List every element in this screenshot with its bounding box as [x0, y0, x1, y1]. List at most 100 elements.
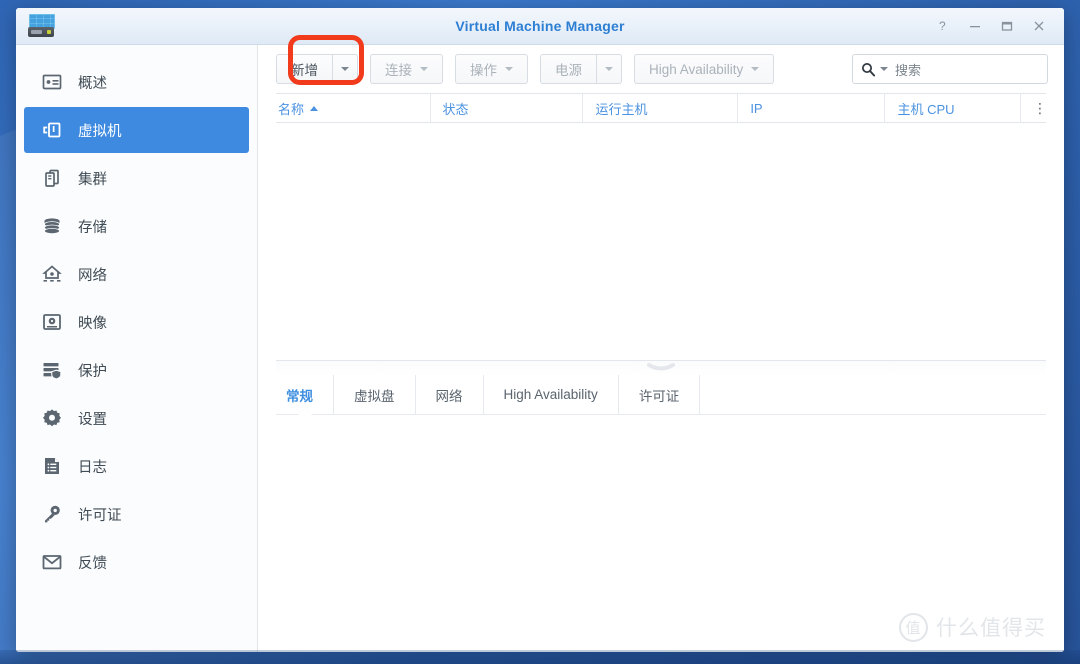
main-content: 新增 连接 操作 电源 High Availability 搜索 名称 状态 运… — [258, 45, 1064, 652]
column-header-label: 主机 CPU — [897, 101, 955, 117]
overview-card-icon — [40, 70, 64, 94]
sort-ascending-icon — [310, 105, 319, 111]
create-button-group: 新增 — [276, 54, 358, 84]
watermark: 值 什么值得买 — [899, 612, 1046, 642]
tab-label: 虚拟盘 — [354, 388, 395, 404]
sidebar-item-label: 概述 — [78, 75, 107, 92]
search-placeholder: 搜索 — [895, 62, 922, 78]
panel-splitter[interactable] — [276, 360, 1046, 375]
column-header-host-cpu[interactable]: 主机 CPU — [885, 94, 1022, 122]
column-header-label: 状态 — [442, 101, 469, 117]
sidebar-item-virtual-machine[interactable]: 虚拟机 — [24, 107, 249, 153]
server-rack-icon — [26, 13, 56, 39]
cluster-icon — [40, 166, 64, 190]
window-title: Virtual Machine Manager — [455, 18, 625, 34]
chevron-down-icon — [751, 67, 760, 71]
power-button-group: 电源 — [540, 54, 622, 84]
column-header-ip[interactable]: IP — [738, 94, 886, 122]
detail-tabs: 常规 虚拟盘 网络 High Availability 许可证 — [276, 375, 1046, 415]
image-disc-icon — [40, 310, 64, 334]
toolbar: 新增 连接 操作 电源 High Availability 搜索 — [258, 45, 1064, 93]
chevron-down-icon — [505, 67, 513, 71]
collapse-chevron-down-icon[interactable] — [638, 362, 684, 374]
sidebar-item-protection[interactable]: 保护 — [24, 347, 249, 393]
connect-button[interactable]: 连接 — [370, 54, 443, 84]
key-license-icon — [40, 502, 64, 526]
action-button[interactable]: 操作 — [455, 54, 528, 84]
log-document-icon — [40, 454, 64, 478]
power-button-label: 电源 — [555, 63, 582, 78]
high-availability-button[interactable]: High Availability — [634, 54, 775, 84]
create-button[interactable]: 新增 — [276, 54, 332, 84]
chevron-down-icon — [420, 67, 428, 71]
svg-text:?: ? — [939, 19, 946, 33]
chevron-down-icon — [605, 67, 613, 71]
column-header-label: 运行主机 — [595, 101, 648, 117]
sidebar-item-label: 日志 — [78, 459, 107, 476]
sidebar-item-label: 许可证 — [78, 507, 122, 524]
sidebar-item-feedback[interactable]: 反馈 — [24, 539, 249, 585]
watermark-logo: 值 — [899, 612, 928, 642]
create-dropdown-arrow[interactable] — [332, 54, 358, 84]
gear-icon — [40, 406, 64, 430]
envelope-feedback-icon — [40, 550, 64, 574]
chevron-down-icon[interactable] — [880, 67, 888, 71]
window-body: 概述 虚拟机 集群 存储 网络 映像 保护 设置 日志 许可证 反馈 新增 连接… — [16, 45, 1064, 652]
sidebar-item-image[interactable]: 映像 — [24, 299, 249, 345]
sidebar-item-overview[interactable]: 概述 — [24, 59, 249, 105]
column-options-menu[interactable]: ⋮ — [1021, 94, 1047, 122]
help-button[interactable]: ? — [928, 13, 958, 39]
sidebar-item-log[interactable]: 日志 — [24, 443, 249, 489]
high-availability-button-group: High Availability — [634, 54, 775, 84]
sidebar-item-storage[interactable]: 存储 — [24, 203, 249, 249]
close-button[interactable] — [1024, 13, 1054, 39]
sidebar-item-label: 集群 — [78, 171, 107, 188]
tab-label: 许可证 — [638, 388, 680, 404]
action-button-group: 操作 — [455, 54, 528, 84]
sidebar-item-label: 反馈 — [78, 555, 107, 572]
detail-pane-empty: 值 什么值得买 — [258, 415, 1064, 652]
sidebar-item-label: 保护 — [78, 363, 107, 380]
maximize-button[interactable] — [992, 13, 1022, 39]
action-button-label: 操作 — [470, 63, 497, 78]
sidebar-item-label: 设置 — [78, 411, 107, 428]
high-availability-button-label: High Availability — [649, 61, 744, 77]
network-icon — [40, 262, 64, 286]
tab-virtual-disk[interactable]: 虚拟盘 — [334, 375, 416, 414]
tab-high-availability[interactable]: High Availability — [484, 375, 619, 414]
column-header-label: 名称 — [278, 101, 305, 117]
kebab-menu-icon: ⋮ — [1033, 99, 1047, 116]
sidebar-item-network[interactable]: 网络 — [24, 251, 249, 297]
sidebar-item-label: 存储 — [78, 219, 107, 236]
minimize-button[interactable] — [960, 13, 990, 39]
tab-label: 常规 — [286, 388, 313, 404]
column-header-status[interactable]: 状态 — [431, 94, 584, 122]
tab-label: High Availability — [503, 387, 598, 402]
storage-database-icon — [40, 214, 64, 238]
sidebar-item-label: 映像 — [78, 315, 107, 332]
sidebar-item-settings[interactable]: 设置 — [24, 395, 249, 441]
tab-network[interactable]: 网络 — [416, 375, 484, 414]
sidebar-item-license[interactable]: 许可证 — [24, 491, 249, 537]
window-titlebar[interactable]: Virtual Machine Manager ? — [16, 8, 1064, 45]
column-header-name[interactable]: 名称 — [276, 94, 431, 122]
shield-protection-icon — [40, 358, 64, 382]
sidebar-item-label: 虚拟机 — [78, 123, 122, 140]
tab-license[interactable]: 许可证 — [619, 375, 701, 414]
connect-button-group: 连接 — [370, 54, 443, 84]
table-header-row: 名称 状态 运行主机 IP 主机 CPU ⋮ — [276, 93, 1047, 123]
search-icon — [861, 62, 876, 76]
table-body-empty — [276, 123, 1046, 360]
column-header-host[interactable]: 运行主机 — [583, 94, 739, 122]
watermark-text: 什么值得买 — [936, 617, 1046, 640]
search-input[interactable]: 搜索 — [852, 54, 1048, 84]
window-controls: ? — [928, 13, 1054, 39]
sidebar-item-cluster[interactable]: 集群 — [24, 155, 249, 201]
create-button-label: 新增 — [291, 63, 318, 78]
power-button[interactable]: 电源 — [540, 54, 596, 84]
chevron-down-icon — [341, 67, 349, 71]
tab-general[interactable]: 常规 — [276, 375, 334, 414]
virtual-machine-manager-window: Virtual Machine Manager ? 概述 虚拟机 集群 存储 网… — [16, 8, 1064, 652]
power-dropdown-arrow[interactable] — [596, 54, 622, 84]
tab-label: 网络 — [435, 388, 463, 404]
